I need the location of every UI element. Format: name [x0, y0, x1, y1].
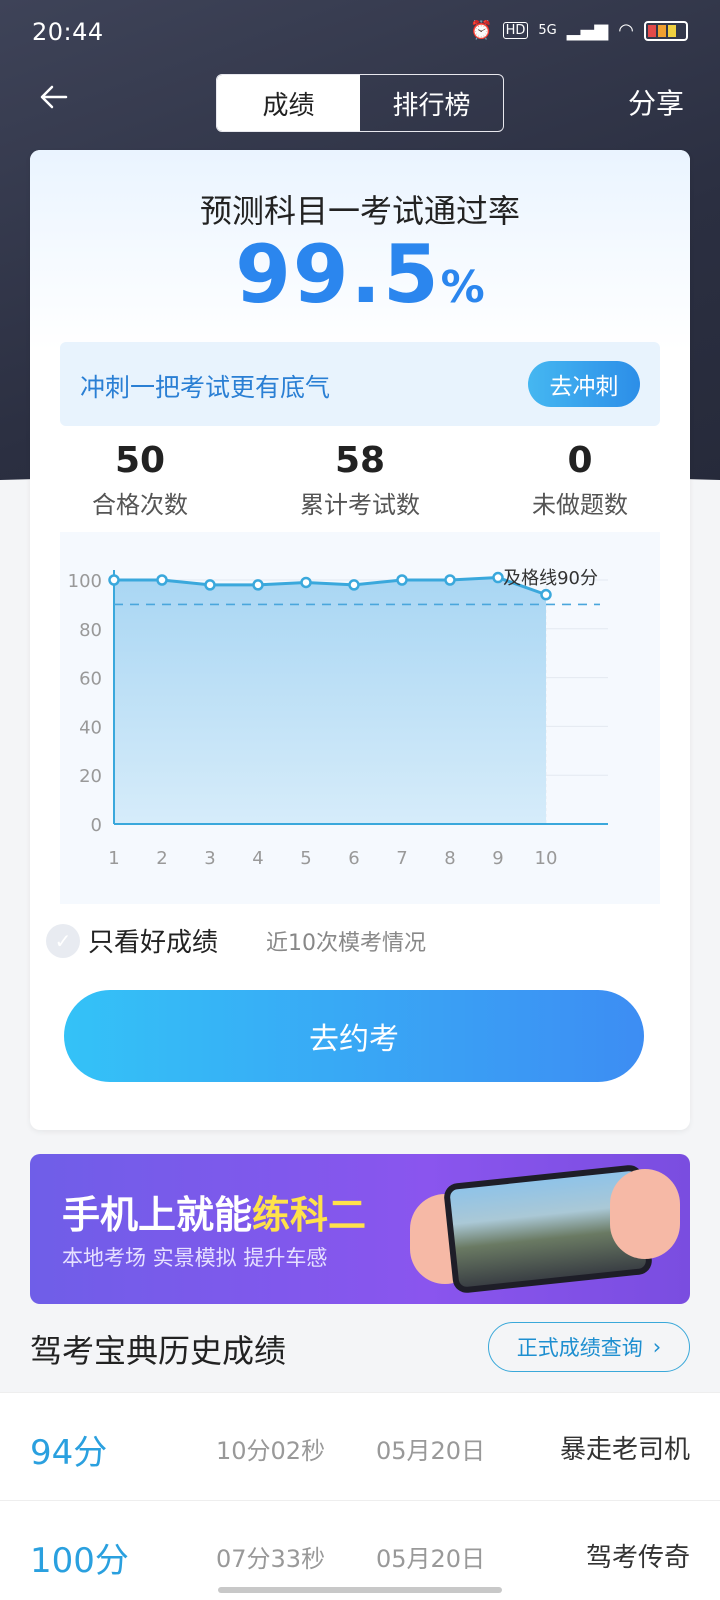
x-tick-label: 7 [396, 848, 407, 869]
stat-label: 累计考试数 [300, 491, 420, 519]
checkbox-icon[interactable]: ✓ [46, 923, 80, 958]
signal-label: 5G [538, 23, 557, 38]
query-label: 正式成绩查询 [516, 1336, 643, 1360]
history-row[interactable]: 94分 10分02秒 05月20日 暴走老司机 [0, 1392, 720, 1500]
history-rank-title: 驾考传奇 [585, 1543, 690, 1573]
score-chart-svg: 0 20 40 60 80 100 1 2 3 4 5 6 7 8 9 10 及格线90分 [68, 568, 608, 869]
data-point [252, 579, 264, 591]
history-rank-title: 暴走老司机 [559, 1435, 690, 1465]
data-point [396, 574, 408, 586]
stat-total: 58 累计考试数 [250, 440, 470, 520]
wifi-icon: ◠ [618, 20, 634, 41]
banner-subtitle: 本地考场 实景模拟 提升车感 [62, 1246, 328, 1270]
back-arrow-icon[interactable] [36, 80, 70, 123]
y-tick-label: 80 [79, 620, 102, 641]
score-chart: 0 20 40 60 80 100 1 2 3 4 5 6 7 8 9 10 及格线90分 [60, 532, 660, 904]
data-point [108, 574, 120, 586]
y-tick-label: 100 [68, 571, 102, 592]
x-tick-label: 6 [348, 848, 359, 869]
tab-switcher: 成绩 排行榜 [216, 74, 504, 132]
stats-row: 50 合格次数 58 累计考试数 0 未做题数 [30, 440, 690, 520]
x-tick-label: 2 [156, 848, 167, 869]
data-point [348, 579, 360, 591]
battery-icon [644, 20, 688, 41]
history-score: 94分 [30, 1433, 108, 1473]
good-scores-filter[interactable]: ✓ 只看好成绩 近10次模考情况 [46, 922, 426, 959]
pass-rate: 99.5% [30, 228, 690, 321]
tab-leaderboard[interactable]: 排行榜 [360, 75, 503, 131]
top-bar: 成绩 排行榜 分享 [0, 72, 720, 132]
stat-value: 58 [334, 440, 386, 481]
data-point [204, 579, 216, 591]
prediction-card: 预测科目一考试通过率 99.5% 冲刺一把考试更有底气 去冲刺 50 合格次数 … [30, 150, 690, 1130]
stat-undone: 0 未做题数 [470, 440, 690, 520]
history-title: 驾考宝典历史成绩 [30, 1332, 287, 1370]
prediction-title: 预测科目一考试通过率 [199, 192, 520, 230]
data-point [300, 576, 312, 589]
data-point [492, 571, 504, 584]
filter-caption: 近10次模考情况 [266, 930, 427, 956]
sprint-text: 冲刺一把考试更有底气 [80, 373, 331, 402]
sprint-bar: 冲刺一把考试更有底气 去冲刺 [60, 342, 660, 426]
banner-title: 手机上就能练科二 [62, 1184, 366, 1239]
data-point [540, 588, 552, 601]
x-tick-label: 3 [204, 848, 215, 869]
book-exam-button[interactable]: 去约考 [64, 990, 644, 1082]
hand-right-image [610, 1169, 680, 1259]
signal-icon: ▂▄▆ [566, 20, 609, 41]
history-date: 05月20日 [376, 1437, 486, 1465]
chevron-right-icon: › [652, 1335, 662, 1359]
x-tick-label: 4 [252, 848, 263, 869]
y-tick-label: 20 [79, 766, 102, 787]
data-point [156, 574, 168, 586]
alarm-icon: ⏰ [470, 20, 493, 41]
home-indicator[interactable] [218, 1587, 502, 1593]
tab-scores[interactable]: 成绩 [217, 75, 360, 131]
x-tick-label: 1 [108, 848, 119, 869]
stat-value: 0 [567, 440, 593, 481]
x-tick-label: 10 [535, 848, 558, 869]
pass-rate-unit: % [440, 262, 485, 313]
hd-icon: HD [502, 22, 529, 39]
y-tick-label: 60 [79, 669, 102, 690]
stat-value: 50 [114, 440, 166, 481]
official-score-query-button[interactable]: 正式成绩查询 › [488, 1322, 690, 1372]
stat-label: 未做题数 [532, 491, 628, 519]
pass-line-label: 及格线90分 [503, 568, 598, 589]
x-tick-label: 5 [300, 848, 311, 869]
x-tick-label: 8 [444, 848, 455, 869]
x-tick-label: 9 [492, 848, 503, 869]
y-tick-label: 0 [91, 815, 102, 836]
y-tick-label: 40 [79, 717, 102, 738]
status-icons: ⏰ HD 5G ▂▄▆ ◠ [470, 20, 688, 41]
status-time: 20:44 [32, 18, 104, 46]
history-date: 05月20日 [376, 1545, 486, 1573]
pass-rate-value: 99.5 [235, 228, 441, 321]
history-list: 94分 10分02秒 05月20日 暴走老司机 100分 07分33秒 05月2… [0, 1392, 720, 1600]
stat-passed: 50 合格次数 [30, 440, 250, 520]
share-button[interactable]: 分享 [628, 82, 684, 122]
data-point [444, 574, 456, 586]
practice-banner[interactable]: 手机上就能练科二 本地考场 实景模拟 提升车感 [30, 1154, 690, 1304]
sprint-button[interactable]: 去冲刺 [528, 361, 640, 407]
history-duration: 07分33秒 [216, 1545, 326, 1573]
banner-title-main: 手机上就能 [62, 1193, 253, 1237]
status-bar: 20:44 ⏰ HD 5G ▂▄▆ ◠ [0, 0, 720, 70]
history-row[interactable]: 100分 07分33秒 05月20日 驾考传奇 [0, 1500, 720, 1600]
filter-label: 只看好成绩 [88, 928, 219, 958]
stat-label: 合格次数 [92, 491, 188, 519]
area-fill [114, 577, 546, 824]
history-duration: 10分02秒 [216, 1437, 326, 1465]
banner-title-highlight: 练科二 [252, 1193, 367, 1237]
history-score: 100分 [30, 1541, 129, 1581]
